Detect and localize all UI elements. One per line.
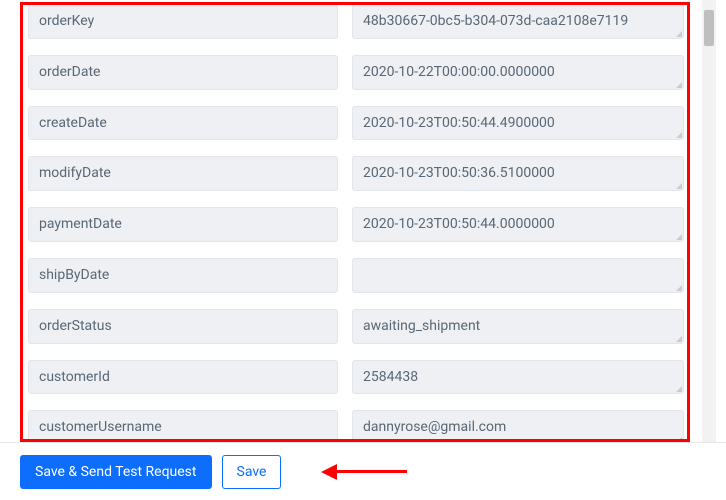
field-row: customerId 2584438 [28, 352, 684, 403]
save-button[interactable]: Save [222, 455, 282, 489]
field-row: paymentDate 2020-10-23T00:50:44.0000000 [28, 199, 684, 250]
field-key-input[interactable]: customerId [28, 360, 338, 395]
footer-bar: Save & Send Test Request Save [0, 442, 726, 500]
field-value-input[interactable]: 2020-10-23T00:50:44.0000000 [352, 207, 684, 242]
field-key-input[interactable]: modifyDate [28, 156, 338, 191]
form-scroll-area: orderKey 48b30667-0bc5-b304-073d-caa2108… [0, 0, 698, 442]
field-value-input[interactable] [352, 258, 684, 293]
field-row: modifyDate 2020-10-23T00:50:36.5100000 [28, 148, 684, 199]
field-row: orderDate 2020-10-22T00:00:00.0000000 [28, 47, 684, 98]
field-value-input[interactable]: 2020-10-23T00:50:44.4900000 [352, 106, 684, 141]
field-key-input[interactable]: orderKey [28, 4, 338, 39]
field-value-input[interactable]: 2020-10-23T00:50:36.5100000 [352, 156, 684, 191]
field-row: orderStatus awaiting_shipment [28, 301, 684, 352]
field-key-input[interactable]: shipByDate [28, 258, 338, 293]
field-key-input[interactable]: orderStatus [28, 309, 338, 344]
field-key-input[interactable]: orderDate [28, 55, 338, 90]
arrow-head-icon [321, 464, 337, 480]
field-key-input[interactable]: createDate [28, 106, 338, 141]
field-key-input[interactable]: customerUsername [28, 410, 338, 442]
field-key-input[interactable]: paymentDate [28, 207, 338, 242]
field-value-input[interactable]: 2584438 [352, 360, 684, 395]
field-row: customerUsername dannyrose@gmail.com [28, 402, 684, 442]
field-row: shipByDate [28, 250, 684, 301]
field-value-input[interactable]: dannyrose@gmail.com [352, 410, 684, 442]
field-value-input[interactable]: 48b30667-0bc5-b304-073d-caa2108e7119 [352, 4, 684, 39]
field-value-input[interactable]: awaiting_shipment [352, 309, 684, 344]
scrollbar-thumb[interactable] [704, 10, 714, 46]
arrow-line [337, 470, 407, 473]
form-viewport: orderKey 48b30667-0bc5-b304-073d-caa2108… [0, 0, 726, 500]
annotation-arrow [321, 464, 407, 480]
field-value-input[interactable]: 2020-10-22T00:00:00.0000000 [352, 55, 684, 90]
field-row: createDate 2020-10-23T00:50:44.4900000 [28, 98, 684, 149]
save-send-test-request-button[interactable]: Save & Send Test Request [20, 455, 212, 489]
scrollbar[interactable] [702, 0, 716, 442]
field-row: orderKey 48b30667-0bc5-b304-073d-caa2108… [28, 0, 684, 47]
field-list: orderKey 48b30667-0bc5-b304-073d-caa2108… [0, 0, 698, 442]
